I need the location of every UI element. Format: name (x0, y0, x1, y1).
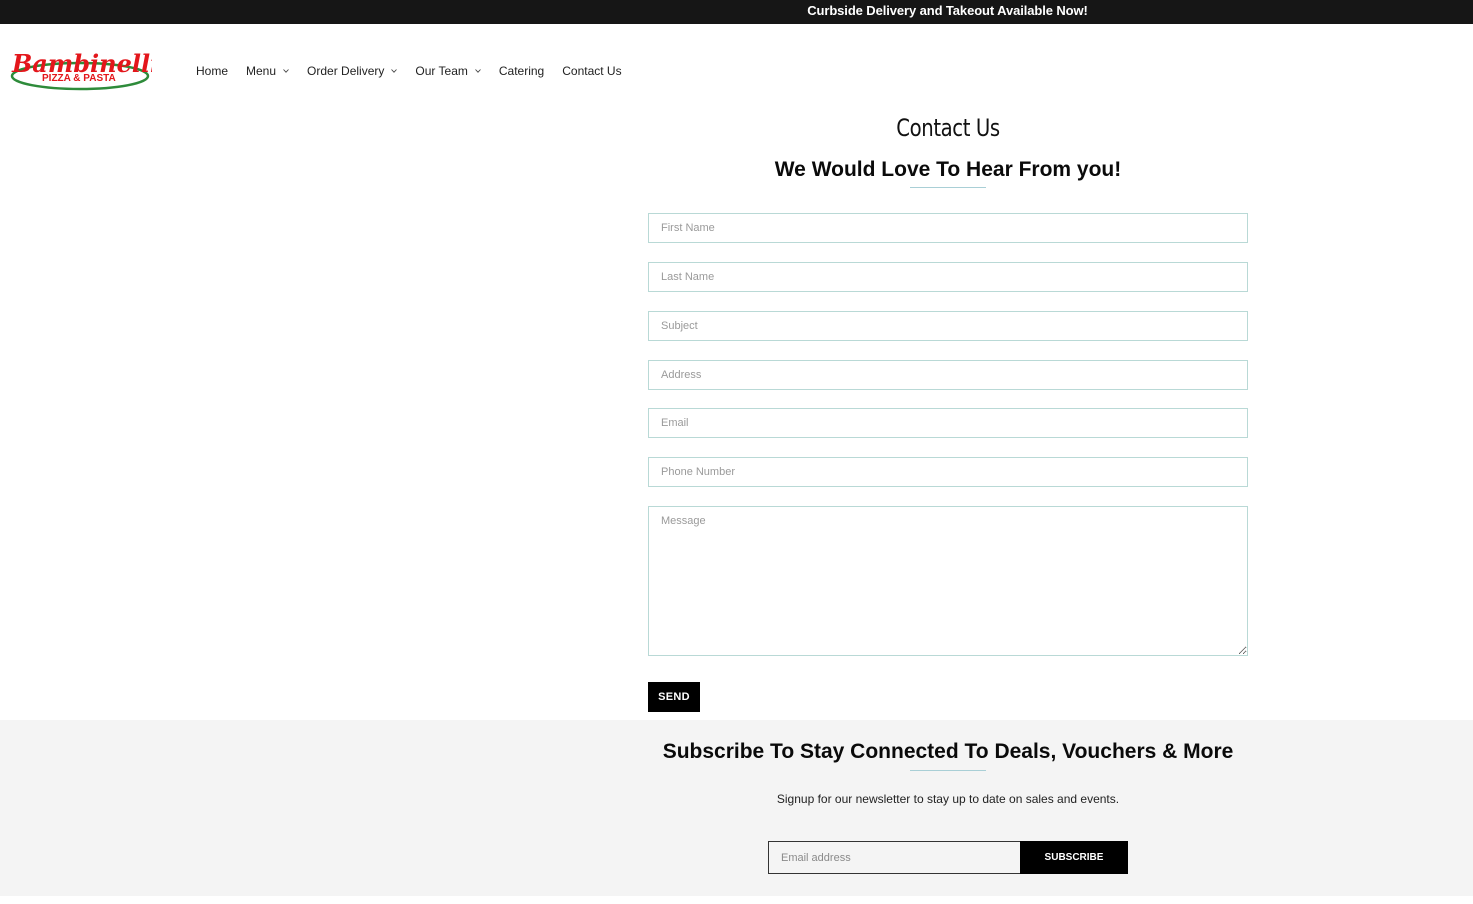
nav-item-label: Catering (498, 64, 545, 78)
subscribe-button[interactable]: SUBSCRIBE (1020, 841, 1128, 874)
nav-item-label: Order Delivery (307, 64, 385, 78)
nav-item-label: Our Team (415, 64, 468, 78)
page-title: Contact Us (896, 114, 1000, 142)
chevron-down-icon (283, 68, 289, 74)
nav-item-order-delivery[interactable]: Order Delivery (307, 62, 398, 80)
contact-subtitle: We Would Love To Hear From you! (774, 158, 1122, 181)
nav-item-catering[interactable]: Catering (499, 62, 544, 80)
logo-tagline: PIZZA & PASTA (42, 73, 116, 84)
send-button[interactable]: SEND (648, 682, 700, 712)
title-divider (910, 187, 986, 188)
email-field[interactable] (648, 408, 1248, 438)
nav-item-contact-us[interactable]: Contact Us (562, 62, 621, 80)
nav-item-label: Menu (246, 64, 277, 78)
nav-item-our-team[interactable]: Our Team (415, 62, 481, 80)
address-field[interactable] (648, 360, 1248, 390)
main-nav: Home Menu Order Delivery Our Team Cateri… (196, 62, 640, 80)
message-field[interactable] (648, 506, 1248, 656)
nav-item-label: Home (196, 64, 229, 78)
newsletter-divider (910, 770, 986, 771)
newsletter-title: Subscribe To Stay Connected To Deals, Vo… (662, 740, 1234, 763)
subject-field[interactable] (648, 311, 1248, 341)
newsletter-section: Subscribe To Stay Connected To Deals, Vo… (0, 720, 1473, 896)
newsletter-description: Signup for our newsletter to stay up to … (776, 792, 1120, 806)
first-name-field[interactable] (648, 213, 1248, 243)
last-name-field[interactable] (648, 262, 1248, 292)
nav-item-home[interactable]: Home (196, 62, 228, 80)
brand-logo[interactable]: Bambinelli's PIZZA & PASTA (8, 46, 152, 92)
announcement-text: Curbside Delivery and Takeout Available … (807, 3, 1088, 18)
chevron-down-icon (475, 68, 481, 74)
newsletter-email-input[interactable] (768, 841, 1020, 874)
nav-item-label: Contact Us (562, 64, 622, 78)
chevron-down-icon (391, 68, 398, 74)
announcement-bar: Curbside Delivery and Takeout Available … (0, 0, 1473, 24)
nav-item-menu[interactable]: Menu (246, 62, 289, 80)
phone-number-field[interactable] (648, 457, 1248, 487)
